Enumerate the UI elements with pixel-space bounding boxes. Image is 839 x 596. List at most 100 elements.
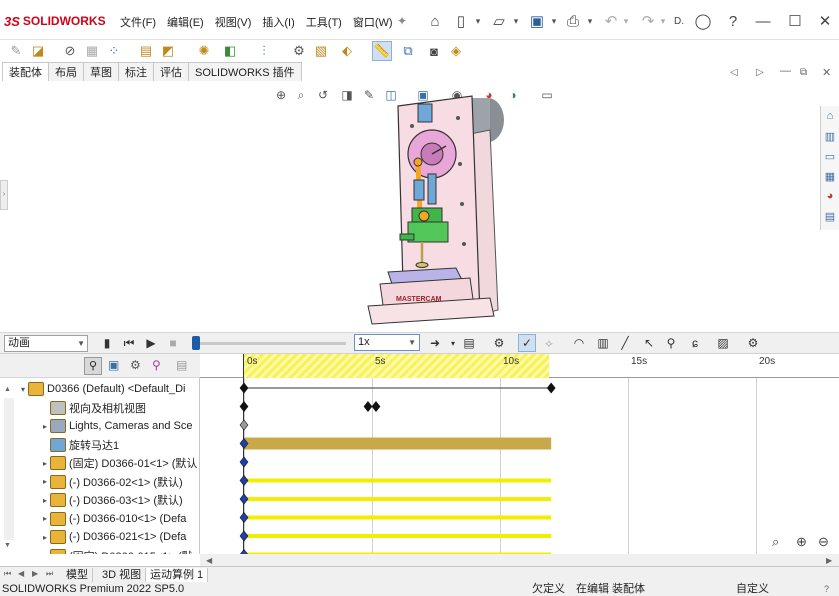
contact-icon[interactable]: ⚲ — [662, 334, 680, 352]
tab-scroll-left-icon[interactable]: ◁ — [730, 67, 738, 78]
timeline-scrollbar[interactable] — [200, 554, 839, 566]
play-from-start-icon[interactable]: ⏮ — [120, 334, 138, 352]
next-tab-icon[interactable]: ▶ — [32, 569, 38, 578]
assembly-features-icon[interactable]: ◧ — [220, 41, 240, 61]
filter-driving-icon[interactable]: ⚙ — [130, 358, 141, 372]
insert-component-icon[interactable]: ◪ — [28, 41, 48, 61]
home-icon[interactable]: ⌂ — [424, 10, 446, 32]
part-track-bar[interactable] — [244, 497, 552, 501]
tab-evaluate[interactable]: 评估 — [153, 62, 189, 81]
tree-item[interactable]: ▸ (固定) D0366-015<1> (默 — [0, 547, 199, 554]
tree-item[interactable]: ▸ (固定) D0366-01<1> (默认 — [0, 454, 199, 472]
play-icon[interactable]: ▶ — [142, 334, 160, 352]
results-and-plots-icon[interactable]: ▨ — [714, 334, 732, 352]
reference-geometry-icon[interactable]: ⫶ — [254, 41, 274, 61]
tab-layout[interactable]: 布局 — [48, 62, 84, 81]
menu-file[interactable]: 文件(F) — [120, 14, 156, 30]
key-point[interactable] — [239, 401, 249, 412]
first-tab-icon[interactable]: ⏮ — [4, 569, 11, 579]
save-animation-icon[interactable]: ▤ — [460, 334, 478, 352]
key-point[interactable] — [239, 475, 249, 486]
previous-view-icon[interactable]: ↺ — [314, 86, 332, 104]
tab-3d-views[interactable]: 3D 视图 — [98, 568, 147, 582]
part-track-bar[interactable] — [244, 478, 552, 483]
key-point[interactable] — [363, 401, 373, 412]
expand-toggle-icon[interactable]: ▸ — [40, 496, 50, 505]
menu-view[interactable]: 视图(V) — [215, 14, 252, 30]
zoom-out-timeline-icon[interactable]: ⊖ — [818, 534, 829, 550]
expand-toggle-icon[interactable]: ▸ — [40, 533, 50, 542]
spring-icon[interactable]: ▥ — [594, 334, 612, 352]
key-point[interactable] — [239, 419, 249, 431]
tree-item[interactable]: 旋转马达1 — [0, 436, 199, 454]
view-palette-icon[interactable]: ▦ — [821, 166, 839, 186]
filter-results-icon[interactable]: ▤ — [176, 358, 187, 372]
part-track-bar[interactable] — [244, 515, 552, 520]
redo-icon[interactable]: ↷ — [637, 10, 659, 32]
account-icon[interactable]: ◯ — [692, 10, 714, 32]
tab-model[interactable]: 模型 — [62, 568, 93, 582]
document-close-icon[interactable]: ✕ — [822, 66, 831, 79]
zoom-to-area-icon[interactable]: ⌕ — [292, 86, 310, 104]
open-dropdown-icon[interactable]: ▾ — [511, 10, 521, 32]
feature-manager-expand-handle[interactable]: › — [0, 180, 8, 210]
pin-icon[interactable]: ✦ — [391, 10, 413, 32]
solidworks-logo[interactable]: 3S SOLIDWORKS — [4, 13, 106, 29]
key-point[interactable] — [239, 382, 249, 394]
add-update-key-icon[interactable]: ⟡ — [540, 334, 558, 352]
move-component-icon[interactable]: ◩ — [158, 41, 178, 61]
filter-selected-icon[interactable]: ⚲ — [152, 358, 161, 372]
playback-slider-track[interactable] — [196, 342, 346, 345]
tree-scrollbar[interactable] — [4, 398, 14, 540]
menu-edit[interactable]: 编辑(E) — [167, 14, 204, 30]
menu-tools[interactable]: 工具(T) — [306, 14, 342, 30]
part-track-bar[interactable] — [244, 534, 552, 538]
component-preview-icon[interactable]: ▦ — [82, 41, 102, 61]
undo-dropdown-icon[interactable]: ▾ — [621, 10, 631, 32]
new-dropdown-icon[interactable]: ▾ — [473, 10, 483, 32]
design-library-icon[interactable]: ▥ — [821, 126, 839, 146]
document-minimize-icon[interactable]: — — [780, 65, 791, 77]
playback-mode-icon[interactable]: ➜ — [426, 334, 444, 352]
tree-item[interactable]: ▸ (-) D0366-02<1> (默认) — [0, 473, 199, 491]
timeline-scroll-right-icon[interactable]: ▶ — [826, 556, 832, 565]
update-speedpak-icon[interactable]: ⧉ — [398, 41, 418, 61]
animation-wizard-icon[interactable]: ⚙ — [490, 334, 508, 352]
exploded-view-icon[interactable]: ⬖ — [337, 41, 357, 61]
new-motion-study-icon[interactable]: ⚙ — [289, 41, 309, 61]
expand-toggle-icon[interactable]: ▾ — [18, 385, 28, 394]
zoom-in-timeline-icon[interactable]: ⊕ — [796, 534, 807, 550]
study-type-select[interactable]: 动画 ▼ — [4, 335, 88, 352]
autokey-icon[interactable]: ✓ — [518, 334, 536, 352]
playback-slider-thumb[interactable] — [192, 336, 200, 350]
key-point[interactable] — [371, 401, 381, 412]
undo-icon[interactable]: ↶ — [600, 10, 622, 32]
timeline-tracks[interactable] — [200, 354, 839, 554]
gravity-icon[interactable]: ɕ — [686, 334, 704, 352]
tree-item[interactable]: ▾ D0366 (Default) <Default_Di — [0, 380, 199, 398]
solidworks-resources-icon[interactable]: ⌂ — [821, 106, 839, 126]
new-document-icon[interactable]: ▯ — [450, 10, 472, 32]
bill-of-materials-icon[interactable]: ▧ — [311, 41, 331, 61]
assembly-model[interactable]: MASTERCAM — [340, 84, 520, 332]
key-point[interactable] — [239, 530, 249, 542]
take-snapshot-icon[interactable]: ◙ — [424, 41, 444, 61]
last-tab-icon[interactable]: ⏭ — [46, 569, 53, 579]
custom-properties-icon[interactable]: ▤ — [821, 206, 839, 226]
motor-track-bar[interactable] — [244, 437, 552, 450]
document-restore-icon[interactable]: ⧉ — [800, 67, 807, 78]
motion-study-properties-icon[interactable]: ⚙ — [744, 334, 762, 352]
help-icon[interactable]: ? — [824, 582, 829, 596]
smart-fasteners-icon[interactable]: ▤ — [136, 41, 156, 61]
save-icon[interactable]: ▣ — [526, 10, 548, 32]
zoom-to-fit-icon[interactable]: ⊕ — [272, 86, 290, 104]
filter-animated-icon[interactable]: ▣ — [108, 358, 119, 372]
appearances-icon[interactable]: ◕ — [821, 186, 839, 206]
key-point[interactable] — [546, 382, 556, 394]
help-icon[interactable]: ? — [722, 10, 744, 32]
print-dropdown-icon[interactable]: ▾ — [585, 10, 595, 32]
view-settings-icon[interactable]: ▭ — [538, 86, 556, 104]
tree-item[interactable]: ▸ (-) D0366-021<1> (Defa — [0, 528, 199, 546]
playback-speed-select[interactable]: 1x ▼ — [354, 334, 420, 351]
edit-component-icon[interactable]: ✎ — [6, 41, 26, 61]
